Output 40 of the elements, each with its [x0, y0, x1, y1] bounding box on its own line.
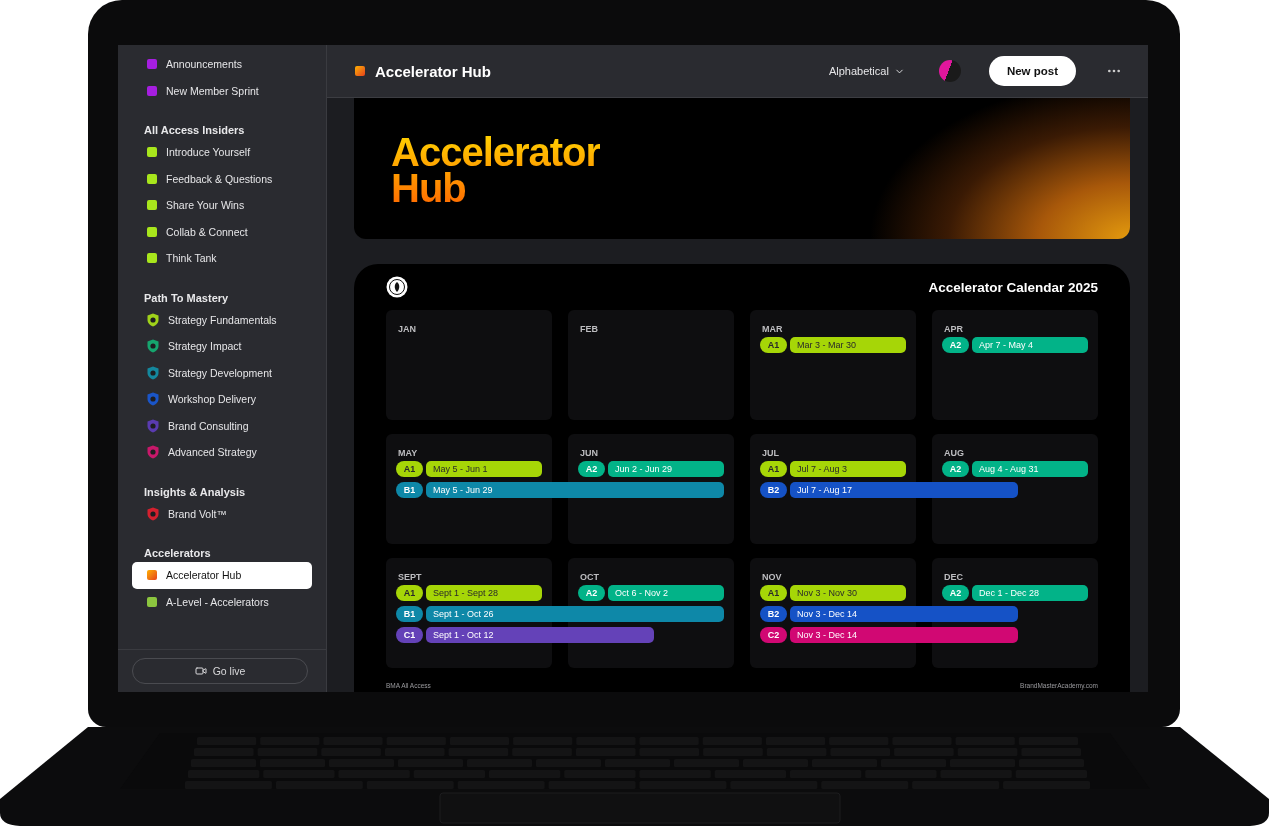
sidebar-item[interactable]: Share Your Wins	[132, 192, 312, 219]
sidebar-item[interactable]: A-Level - Accelerators	[132, 588, 312, 615]
month-label: AUG	[944, 448, 965, 458]
sidebar-item[interactable]: Brand Consulting	[132, 412, 312, 439]
sidebar-item[interactable]: Introduce Yourself	[132, 139, 312, 166]
sidebar-item[interactable]: Advanced Strategy	[132, 439, 312, 466]
month-label: APR	[944, 324, 964, 334]
section-heading: Accelerators	[144, 546, 212, 559]
sort-dropdown[interactable]: Alphabetical	[822, 64, 911, 78]
sidebar-item[interactable]: New Member Sprint	[132, 77, 312, 104]
month-label: OCT	[580, 572, 600, 582]
sidebar-item[interactable]: Announcements	[132, 51, 312, 78]
sidebar-item[interactable]: Collab & Connect	[132, 218, 312, 245]
calendar-title: Accelerator Calendar 2025	[928, 279, 1098, 295]
avatar[interactable]	[938, 60, 961, 82]
section-heading: Path To Mastery	[144, 290, 230, 304]
month-label: NOV	[762, 572, 783, 582]
month-label: JUL	[762, 448, 780, 458]
month-label: DEC	[944, 572, 964, 582]
page-title: Accelerator Hub	[375, 62, 492, 80]
sidebar-item[interactable]: Accelerator Hub	[132, 562, 312, 589]
month-label: JAN	[398, 324, 417, 334]
sidebar-item[interactable]: Feedback & Questions	[132, 165, 312, 192]
square-icon	[355, 66, 365, 76]
month-label: MAR	[762, 324, 784, 334]
section-heading: Insights & Analysis	[144, 484, 247, 498]
sidebar-item[interactable]: Strategy Fundamentals	[132, 306, 312, 333]
sidebar-item[interactable]: Brand Volt™	[132, 500, 312, 527]
badge-logo-icon	[386, 276, 408, 298]
section-heading: All Access Insiders	[144, 123, 246, 136]
month-label: JUN	[580, 448, 599, 458]
month-label: MAY	[398, 448, 419, 458]
sidebar-item[interactable]: Think Tank	[132, 245, 312, 272]
sidebar-item[interactable]: Strategy Impact	[132, 333, 312, 360]
sidebar-item[interactable]: Strategy Development	[132, 359, 312, 386]
video-camera-icon	[194, 665, 207, 677]
sidebar-item[interactable]: Workshop Delivery	[132, 386, 312, 413]
month-label: FEB	[580, 324, 599, 334]
month-label: SEPT	[398, 572, 423, 582]
new-post-button[interactable]: New post	[988, 56, 1076, 86]
